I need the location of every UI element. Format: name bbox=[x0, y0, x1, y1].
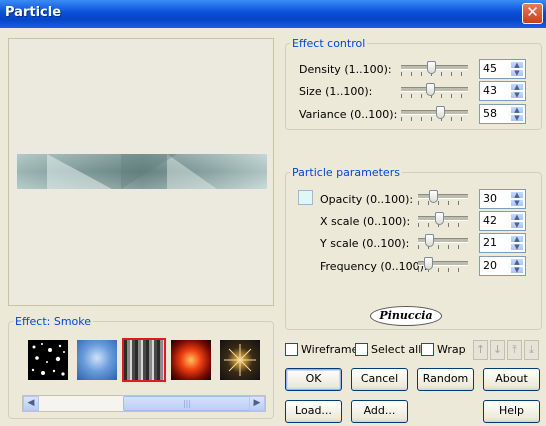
ok-button[interactable]: OK bbox=[285, 368, 342, 391]
slider-thumb[interactable] bbox=[435, 212, 444, 225]
slider-thumb[interactable] bbox=[424, 234, 434, 247]
variance-label: Variance (0..100): bbox=[299, 108, 398, 121]
y-scale-slider[interactable] bbox=[418, 234, 468, 249]
density-value: 45 bbox=[483, 62, 497, 75]
preview-pane bbox=[8, 38, 274, 306]
particle-parameters-legend: Particle parameters bbox=[292, 166, 400, 179]
slider-thumb[interactable] bbox=[424, 257, 433, 270]
size-value: 43 bbox=[483, 84, 497, 97]
opacity-slider[interactable] bbox=[418, 190, 468, 205]
scroll-left-icon[interactable]: ◀ bbox=[23, 396, 39, 411]
spin-down-icon[interactable]: ▼ bbox=[510, 221, 524, 229]
add-button[interactable]: Add... bbox=[351, 400, 408, 423]
move-up-button[interactable]: ↑ bbox=[473, 340, 488, 360]
x-scale-slider[interactable] bbox=[418, 212, 468, 227]
spin-down-icon[interactable]: ▼ bbox=[510, 114, 524, 122]
variance-value: 58 bbox=[483, 107, 497, 120]
select-all-checkbox[interactable] bbox=[355, 343, 368, 356]
slider-thumb[interactable] bbox=[429, 190, 438, 203]
move-bottom-button[interactable]: ⤓ bbox=[524, 340, 539, 360]
smoke-thumbnail[interactable] bbox=[122, 338, 166, 382]
load-button[interactable]: Load... bbox=[285, 400, 342, 423]
title-bar: Particle ✕ bbox=[0, 0, 546, 28]
size-spinner[interactable]: 43 ▲ ▼ bbox=[479, 81, 526, 101]
cancel-button[interactable]: Cancel bbox=[351, 368, 408, 391]
slider-thumb[interactable] bbox=[435, 106, 445, 119]
spin-up-icon[interactable]: ▲ bbox=[510, 83, 524, 91]
y-scale-label: Y scale (0..100): bbox=[320, 237, 410, 250]
opacity-spinner[interactable]: 30 ▲ ▼ bbox=[479, 189, 526, 209]
wrap-checkbox[interactable] bbox=[421, 343, 434, 356]
size-label: Size (1..100): bbox=[299, 85, 373, 98]
wireframe-checkbox[interactable] bbox=[285, 343, 298, 356]
opacity-label: Opacity (0..100): bbox=[320, 193, 414, 206]
spin-up-icon[interactable]: ▲ bbox=[510, 258, 524, 266]
stars-thumbnail[interactable] bbox=[28, 340, 68, 380]
random-button[interactable]: Random bbox=[417, 368, 474, 391]
size-slider[interactable] bbox=[401, 83, 468, 98]
sparkle-thumbnail[interactable] bbox=[220, 340, 260, 380]
spin-up-icon[interactable]: ▲ bbox=[510, 106, 524, 114]
window-title: Particle bbox=[5, 5, 62, 20]
spin-up-icon[interactable]: ▲ bbox=[510, 61, 524, 69]
spin-down-icon[interactable]: ▼ bbox=[510, 243, 524, 251]
stars-icon bbox=[31, 343, 65, 376]
density-label: Density (1..100): bbox=[299, 63, 392, 76]
spin-down-icon[interactable]: ▼ bbox=[510, 91, 524, 99]
select-all-label: Select all bbox=[371, 343, 422, 356]
spin-up-icon[interactable]: ▲ bbox=[510, 191, 524, 199]
effects-scrollbar[interactable]: ◀ ||| ▶ bbox=[22, 395, 266, 412]
slider-thumb[interactable] bbox=[427, 61, 437, 74]
spin-down-icon[interactable]: ▼ bbox=[510, 199, 524, 207]
particle-color-swatch[interactable] bbox=[298, 190, 313, 205]
frequency-slider[interactable] bbox=[418, 257, 468, 272]
wrap-label: Wrap bbox=[437, 343, 466, 356]
x-scale-label: X scale (0..100): bbox=[320, 215, 411, 228]
frequency-label: Frequency (0..100): bbox=[320, 260, 428, 273]
x-scale-spinner[interactable]: 42 ▲ ▼ bbox=[479, 211, 526, 231]
y-scale-value: 21 bbox=[483, 236, 497, 249]
smoke-preview-image bbox=[17, 154, 267, 189]
x-scale-value: 42 bbox=[483, 214, 497, 227]
slider-thumb[interactable] bbox=[425, 83, 435, 96]
fire-thumbnail[interactable] bbox=[171, 340, 211, 380]
effect-panel-legend: Effect: Smoke bbox=[15, 315, 92, 328]
sky-thumbnail[interactable] bbox=[77, 340, 117, 380]
about-button[interactable]: About bbox=[483, 368, 540, 391]
move-down-button[interactable]: ↓ bbox=[490, 340, 505, 360]
frequency-spinner[interactable]: 20 ▲ ▼ bbox=[479, 256, 526, 276]
close-button[interactable]: ✕ bbox=[522, 3, 543, 24]
help-button[interactable]: Help bbox=[483, 400, 540, 423]
y-scale-spinner[interactable]: 21 ▲ ▼ bbox=[479, 233, 526, 253]
scroll-right-icon[interactable]: ▶ bbox=[249, 396, 265, 411]
spin-down-icon[interactable]: ▼ bbox=[510, 266, 524, 274]
effect-control-legend: Effect control bbox=[292, 37, 366, 50]
pinuccia-logo: Pinuccia bbox=[370, 306, 442, 326]
scroll-thumb[interactable]: ||| bbox=[123, 396, 251, 411]
opacity-value: 30 bbox=[483, 192, 497, 205]
spin-up-icon[interactable]: ▲ bbox=[510, 235, 524, 243]
wireframe-label: Wireframe bbox=[301, 343, 359, 356]
close-icon: ✕ bbox=[526, 3, 539, 21]
sparkle-icon bbox=[224, 344, 256, 376]
density-slider[interactable] bbox=[401, 61, 468, 76]
frequency-value: 20 bbox=[483, 259, 497, 272]
variance-spinner[interactable]: 58 ▲ ▼ bbox=[479, 104, 526, 124]
density-spinner[interactable]: 45 ▲ ▼ bbox=[479, 59, 526, 79]
spin-down-icon[interactable]: ▼ bbox=[510, 69, 524, 77]
spin-up-icon[interactable]: ▲ bbox=[510, 213, 524, 221]
variance-slider[interactable] bbox=[401, 106, 468, 121]
move-top-button[interactable]: ⤒ bbox=[507, 340, 522, 360]
